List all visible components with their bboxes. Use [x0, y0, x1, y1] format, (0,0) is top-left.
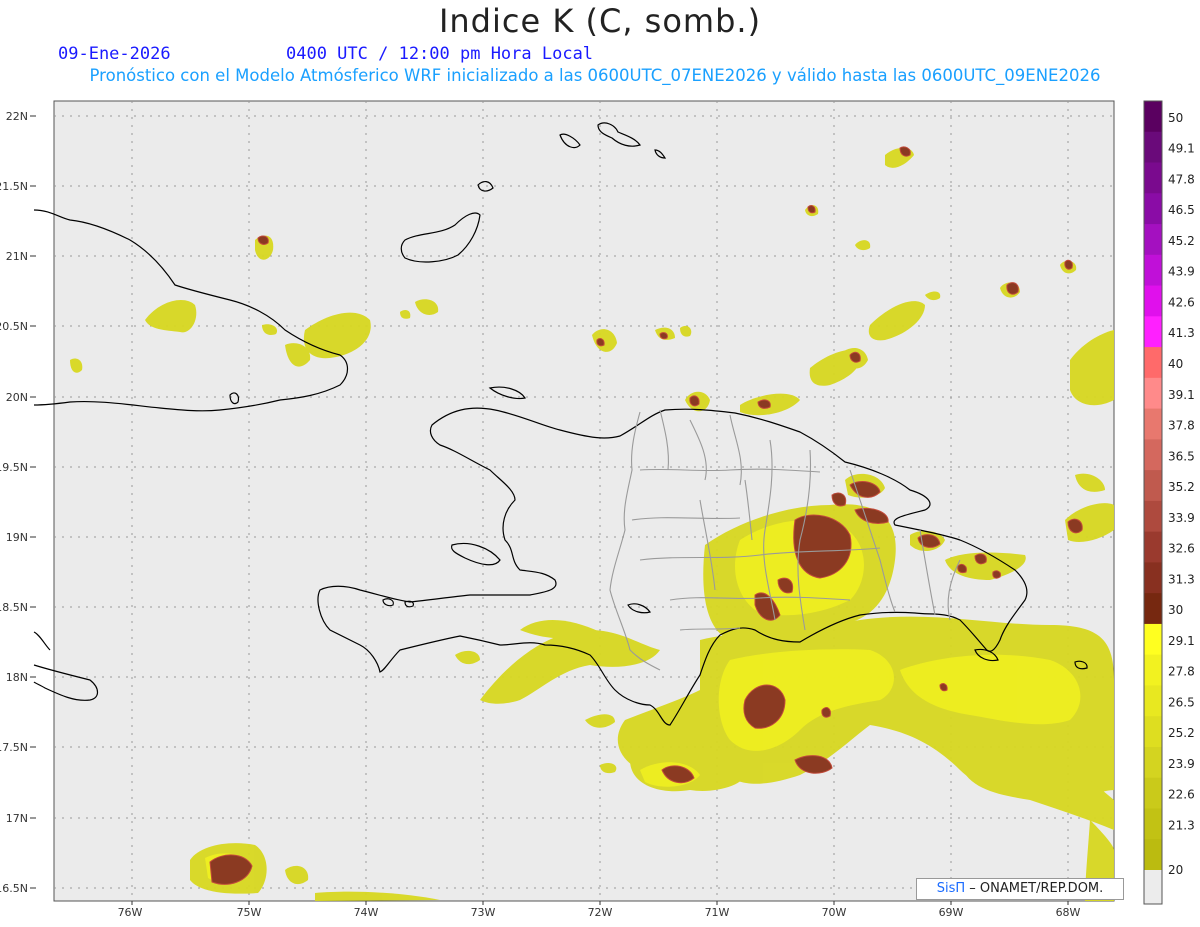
sistema-logo: SisΠ: [936, 881, 966, 896]
colorbar-swatch: [1144, 439, 1162, 471]
colorbar-label: 23.9: [1168, 757, 1195, 771]
chart-title: Indice K (C, somb.): [438, 2, 762, 40]
lon-ticks: [131, 901, 1069, 905]
colorbar-swatch: [1144, 777, 1162, 809]
colorbar-swatch: [1144, 808, 1162, 840]
model-info: Pronóstico con el Modelo Atmósferico WRF…: [89, 66, 1101, 85]
colorbar-label: 29.1: [1168, 634, 1195, 648]
colorbar-swatch: [1144, 347, 1162, 379]
lat-ticks: [30, 115, 36, 889]
colorbar-label: 27.8: [1168, 665, 1195, 679]
colorbar-label: 43.9: [1168, 265, 1195, 279]
colorbar-label: 20: [1168, 863, 1183, 877]
credit-box: SisΠ – ONAMET/REP.DOM.: [916, 878, 1124, 900]
colorbar-swatch: [1144, 746, 1162, 779]
lon-label: 73W: [471, 906, 496, 919]
colorbar-label: 26.5: [1168, 695, 1195, 709]
lon-label: 72W: [588, 906, 613, 919]
colorbar-label: 33.9: [1168, 511, 1195, 525]
colorbar-swatch: [1144, 685, 1162, 717]
lon-label: 75W: [237, 906, 262, 919]
lat-label: 21N: [6, 250, 28, 263]
colorbar-label: 32.6: [1168, 542, 1195, 556]
colorbar-label: 40: [1168, 357, 1183, 371]
colorbar-swatch: [1144, 101, 1162, 133]
forecast-date: 09-Ene-2026: [58, 44, 171, 64]
colorbar-swatch: [1144, 377, 1162, 410]
colorbar-label: 47.8: [1168, 172, 1195, 186]
longitude-labels: 76W 75W 74W 73W 72W 71W 70W 69W 68W: [118, 906, 1081, 919]
colorbar-swatch: [1144, 316, 1162, 348]
colorbar-label: 37.8: [1168, 419, 1195, 433]
colorbar-label: 21.3: [1168, 818, 1195, 832]
lat-label: 20N: [6, 391, 28, 404]
colorbar-label: 25.2: [1168, 726, 1195, 740]
lat-label: 19.5N: [0, 461, 28, 474]
colorbar-label: 31.3: [1168, 572, 1195, 586]
colorbar-swatch: [1144, 716, 1162, 748]
lat-label: 17N: [6, 812, 28, 825]
credit-org: – ONAMET/REP.DOM.: [965, 881, 1104, 896]
colorbar-swatch: [1144, 870, 1162, 904]
lon-label: 68W: [1056, 906, 1081, 919]
lon-label: 74W: [354, 906, 379, 919]
colorbar-label: 41.3: [1168, 326, 1195, 340]
colorbar-swatch: [1144, 623, 1162, 656]
lon-label: 69W: [939, 906, 964, 919]
lon-label: 76W: [118, 906, 143, 919]
colorbar: 50 49.1 47.8 46.5 45.2 43.9 42.6 41.3 40 39.1 37.8…: [1144, 101, 1195, 904]
colorbar-label: 46.5: [1168, 203, 1195, 217]
colorbar-label: 22.6: [1168, 788, 1195, 802]
colorbar-swatch: [1144, 654, 1162, 686]
lat-label: 20.5N: [0, 320, 28, 333]
colorbar-label: 42.6: [1168, 295, 1195, 309]
lon-label: 71W: [705, 906, 730, 919]
forecast-time: 0400 UTC / 12:00 pm Hora Local: [286, 44, 594, 64]
lat-label: 17.5N: [0, 741, 28, 754]
colorbar-label: 50: [1168, 111, 1183, 125]
colorbar-label: 39.1: [1168, 388, 1195, 402]
latitude-labels: 22N 21.5N 21N 20.5N 20N 19.5N 19N 18.5N …: [0, 110, 28, 895]
colorbar-label: 35.2: [1168, 480, 1195, 494]
colorbar-label: 45.2: [1168, 234, 1195, 248]
lon-label: 70W: [822, 906, 847, 919]
forecast-map: 22N 21.5N 21N 20.5N 20N 19.5N 19N 18.5N …: [0, 100, 1195, 919]
lat-label: 19N: [6, 531, 28, 544]
lat-label: 16.5N: [0, 882, 28, 895]
colorbar-swatch: [1144, 285, 1162, 317]
map-area: [53, 100, 1115, 902]
colorbar-swatch: [1144, 593, 1162, 625]
colorbar-swatch: [1144, 839, 1162, 871]
lat-label: 22N: [6, 110, 28, 123]
lat-label: 18N: [6, 671, 28, 684]
colorbar-swatch: [1144, 162, 1162, 194]
colorbar-label: 30: [1168, 603, 1183, 617]
colorbar-swatch: [1144, 224, 1162, 256]
colorbar-swatch: [1144, 500, 1162, 533]
colorbar-swatch: [1144, 531, 1162, 563]
colorbar-swatch: [1144, 408, 1162, 440]
colorbar-swatch: [1144, 131, 1162, 164]
lat-label: 21.5N: [0, 180, 28, 193]
colorbar-swatch: [1144, 193, 1162, 225]
colorbar-label: 36.5: [1168, 449, 1195, 463]
colorbar-swatch: [1144, 562, 1162, 594]
lat-label: 18.5N: [0, 601, 28, 614]
colorbar-swatch: [1144, 254, 1162, 287]
colorbar-swatch: [1144, 470, 1162, 502]
colorbar-label: 49.1: [1168, 142, 1195, 156]
